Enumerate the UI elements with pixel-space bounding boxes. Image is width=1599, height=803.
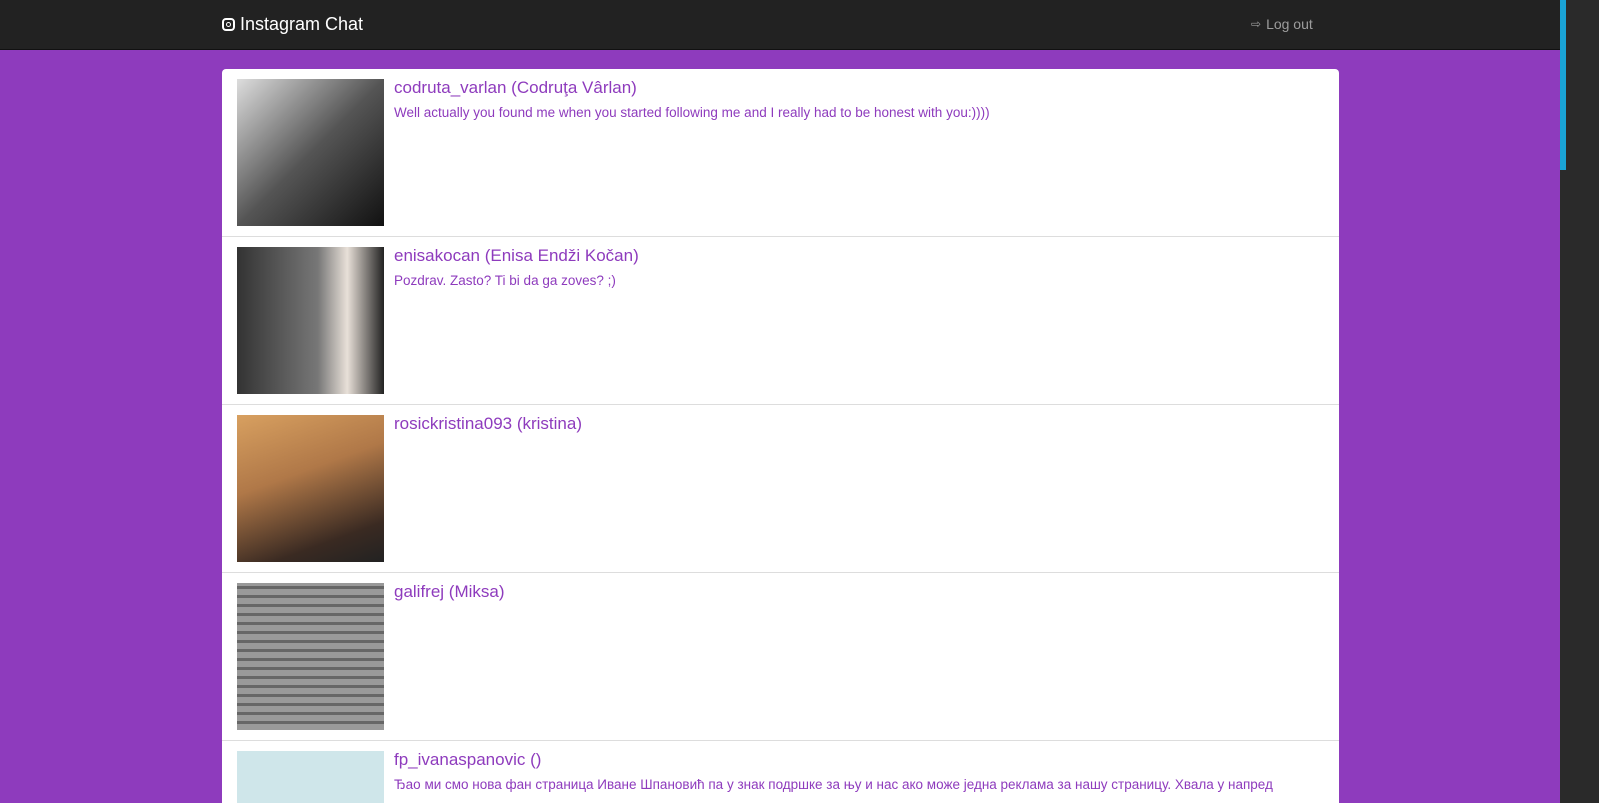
avatar (237, 751, 384, 803)
logout-label: Log out (1266, 16, 1313, 32)
avatar (237, 583, 384, 730)
conversation-username: fp_ivanaspanovic () (394, 750, 542, 769)
conversation-message: Pozdrav. Zasto? Ti bi da ga zoves? ;) (394, 273, 616, 288)
brand-link[interactable]: Instagram Chat (222, 14, 363, 35)
avatar (237, 79, 384, 226)
conversation-list: codruta_varlan (Codruţa Vârlan) Well act… (222, 69, 1339, 803)
conversation-username: enisakocan (Enisa Endži Kočan) (394, 246, 639, 265)
avatar (237, 247, 384, 394)
conversation-message: Ђао ми смо нова фан страница Иване Шпано… (394, 777, 1273, 792)
conversation-username: codruta_varlan (Codruţa Vârlan) (394, 78, 637, 97)
instagram-icon (222, 18, 235, 31)
scrollbar[interactable] (1560, 0, 1599, 803)
conversation-username: rosickristina093 (kristina) (394, 414, 582, 433)
logout-button[interactable]: ⇨ Log out (1251, 16, 1313, 32)
conversation-item[interactable]: enisakocan (Enisa Endži Kočan) Pozdrav. … (222, 237, 1339, 405)
conversation-username: galifrej (Miksa) (394, 582, 505, 601)
navbar: Instagram Chat ⇨ Log out (0, 0, 1560, 50)
brand-title: Instagram Chat (240, 14, 364, 34)
avatar (237, 415, 384, 562)
conversation-item[interactable]: galifrej (Miksa) (222, 573, 1339, 741)
conversation-item[interactable]: fp_ivanaspanovic () Ђао ми смо нова фан … (222, 741, 1339, 803)
scrollbar-thumb[interactable] (1560, 0, 1566, 170)
logout-icon: ⇨ (1251, 17, 1262, 31)
conversation-item[interactable]: rosickristina093 (kristina) (222, 405, 1339, 573)
conversation-message: Well actually you found me when you star… (394, 105, 990, 120)
conversation-item[interactable]: codruta_varlan (Codruţa Vârlan) Well act… (222, 69, 1339, 237)
